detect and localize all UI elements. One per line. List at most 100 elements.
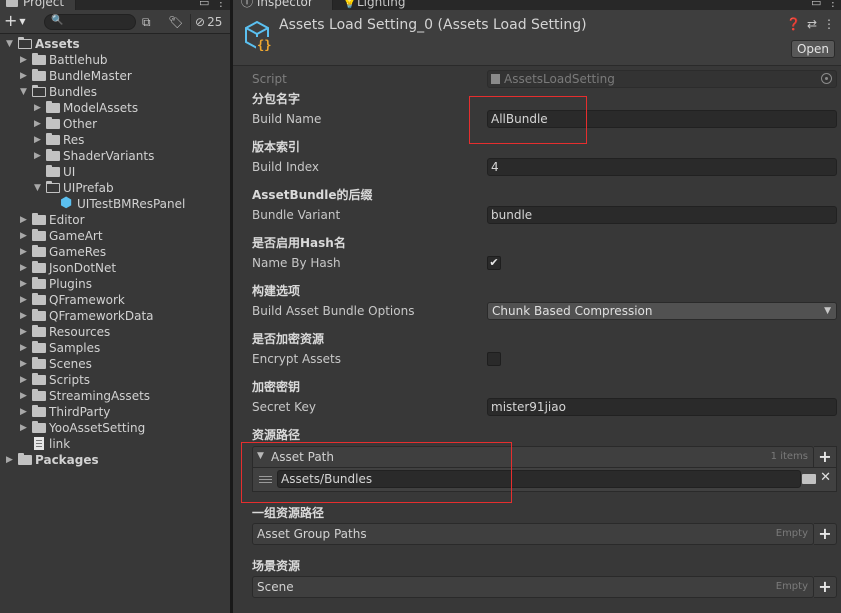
foldout-expanded-icon[interactable]: ▼	[6, 36, 16, 52]
foldout-collapsed-icon[interactable]: ▶	[20, 212, 30, 228]
tree-item[interactable]: ▶ Samples	[0, 340, 230, 356]
tree-item[interactable]: ▶ Packages	[0, 452, 230, 468]
drag-handle-icon[interactable]	[259, 476, 272, 477]
maximize-icon[interactable]: ▭	[811, 0, 821, 9]
build-index-field[interactable]: 4	[487, 158, 837, 176]
tree-item[interactable]: ▶ Editor	[0, 212, 230, 228]
foldout-collapsed-icon[interactable]: ▶	[34, 100, 44, 116]
foldout-collapsed-icon[interactable]: ▶	[20, 68, 30, 84]
folder-icon	[32, 53, 46, 65]
scene-add-button[interactable]: +	[814, 576, 837, 598]
object-picker-icon[interactable]	[821, 73, 832, 84]
tree-item[interactable]: ▶ JsonDotNet	[0, 260, 230, 276]
tree-item[interactable]: ▶ Scripts	[0, 372, 230, 388]
tab-project[interactable]: Project	[0, 0, 76, 10]
foldout-collapsed-icon[interactable]: ▶	[20, 260, 30, 276]
encrypt-checkbox[interactable]	[487, 352, 501, 366]
more-menu-icon[interactable]: ⋮	[827, 0, 838, 9]
info-icon: ⓘ	[241, 0, 257, 9]
foldout-collapsed-icon[interactable]: ▶	[20, 404, 30, 420]
foldout-collapsed-icon[interactable]: ▶	[20, 324, 30, 340]
tree-item[interactable]: ▶ ThirdParty	[0, 404, 230, 420]
folder-browse-icon[interactable]	[802, 474, 816, 484]
foldout-expanded-icon[interactable]: ▼	[20, 84, 30, 100]
foldout-collapsed-icon[interactable]: ▶	[20, 276, 30, 292]
search-input[interactable]: 🔍	[44, 14, 136, 30]
tree-item[interactable]: ▶ GameRes	[0, 244, 230, 260]
foldout-collapsed-icon[interactable]: ▶	[20, 228, 30, 244]
foldout-collapsed-icon[interactable]: ▶	[20, 340, 30, 356]
asset-path-item-field[interactable]: Assets/Bundles	[277, 470, 801, 488]
tree-item[interactable]: ▶ QFrameworkData	[0, 308, 230, 324]
tree-item[interactable]: ▶ YooAssetSetting	[0, 420, 230, 436]
tree-item[interactable]: ▶ Plugins	[0, 276, 230, 292]
tree-item[interactable]: ▶ ShaderVariants	[0, 148, 230, 164]
filter-by-label-icon[interactable]: 🏷	[168, 14, 183, 30]
tree-item[interactable]: ▼ Bundles	[0, 84, 230, 100]
help-icon[interactable]: ❓	[786, 17, 801, 31]
more-menu-icon[interactable]: ⋮	[823, 17, 835, 31]
tab-lighting[interactable]: 💡Lighting	[334, 0, 414, 10]
tree-item-label: Res	[63, 133, 85, 147]
foldout-collapsed-icon[interactable]: ▶	[20, 52, 30, 68]
tree-item[interactable]: ▶ QFramework	[0, 292, 230, 308]
asset-path-add-button[interactable]: +	[814, 446, 837, 468]
foldout-expanded-icon[interactable]: ▼	[34, 180, 44, 196]
build-name-field[interactable]: AllBundle	[487, 110, 837, 128]
tree-item[interactable]: ▶ StreamingAssets	[0, 388, 230, 404]
tree-item[interactable]: ▶ Resources	[0, 324, 230, 340]
asset-path-list-header[interactable]: ▼ Asset Path 1 items	[252, 446, 814, 468]
group-paths-add-button[interactable]: +	[814, 523, 837, 545]
build-index-cn-header: 版本索引	[252, 140, 301, 154]
tree-item[interactable]: ▶ Battlehub	[0, 52, 230, 68]
tree-item[interactable]: ▶ Other	[0, 116, 230, 132]
tree-item[interactable]: ▼ Assets	[0, 36, 230, 52]
secret-key-field[interactable]: mister91jiao	[487, 398, 837, 416]
foldout-collapsed-icon[interactable]: ▶	[6, 452, 16, 468]
group-paths-list[interactable]: Asset Group Paths Empty	[252, 523, 814, 545]
foldout-collapsed-icon[interactable]: ▶	[20, 292, 30, 308]
build-options-dropdown[interactable]: Chunk Based Compression ▼	[487, 302, 837, 320]
tree-item[interactable]: ▶ Scenes	[0, 356, 230, 372]
tree-item[interactable]: link	[0, 436, 230, 452]
tree-item[interactable]: ▶ ModelAssets	[0, 100, 230, 116]
remove-item-icon[interactable]: ✕	[820, 470, 831, 485]
name-by-hash-checkbox[interactable]: ✔	[487, 256, 501, 270]
tree-item[interactable]: ▶ Res	[0, 132, 230, 148]
encrypt-label: Encrypt Assets	[252, 352, 342, 366]
foldout-collapsed-icon[interactable]: ▶	[34, 148, 44, 164]
tree-item[interactable]: ⬢ UITestBMResPanel	[0, 196, 230, 212]
foldout-collapsed-icon[interactable]: ▶	[34, 116, 44, 132]
folder-icon	[32, 325, 46, 337]
hidden-packages-icon[interactable]: ⊘ 25	[195, 14, 222, 30]
foldout-collapsed-icon[interactable]: ▶	[20, 420, 30, 436]
foldout-collapsed-icon[interactable]: ▶	[34, 132, 44, 148]
more-menu-icon[interactable]: ⋮	[215, 0, 226, 9]
foldout-collapsed-icon[interactable]: ▶	[20, 244, 30, 260]
tree-item[interactable]: ▶ GameArt	[0, 228, 230, 244]
create-button[interactable]: + ▼	[4, 13, 34, 31]
bundle-variant-field[interactable]: bundle	[487, 206, 837, 224]
filter-by-type-icon[interactable]: ⧉	[142, 14, 151, 30]
tree-item[interactable]: ▶ BundleMaster	[0, 68, 230, 84]
tree-item[interactable]: UI	[0, 164, 230, 180]
folder-icon	[46, 101, 60, 113]
folder-open-icon	[17, 36, 32, 49]
tree-item-label: GameRes	[49, 245, 107, 259]
folder-icon	[32, 245, 46, 257]
foldout-collapsed-icon[interactable]: ▶	[20, 372, 30, 388]
foldout-collapsed-icon[interactable]: ▶	[20, 308, 30, 324]
foldout-collapsed-icon[interactable]: ▶	[20, 356, 30, 372]
inspector-tab-tools: ▭ ⋮	[805, 0, 838, 10]
build-options-label: Build Asset Bundle Options	[252, 304, 415, 318]
scene-list[interactable]: Scene Empty	[252, 576, 814, 598]
open-button[interactable]: Open	[791, 40, 835, 58]
maximize-icon[interactable]: ▭	[199, 0, 209, 9]
svg-text:{}: {}	[257, 38, 271, 52]
tab-inspector[interactable]: ⓘ Inspector	[233, 0, 333, 10]
foldout-collapsed-icon[interactable]: ▶	[20, 388, 30, 404]
settings-sliders-icon[interactable]: ⇄	[807, 17, 817, 31]
foldout-arrow-icon[interactable]: ▼	[257, 451, 264, 461]
folder-open-icon	[45, 180, 60, 193]
tree-item[interactable]: ▼ UIPrefab	[0, 180, 230, 196]
